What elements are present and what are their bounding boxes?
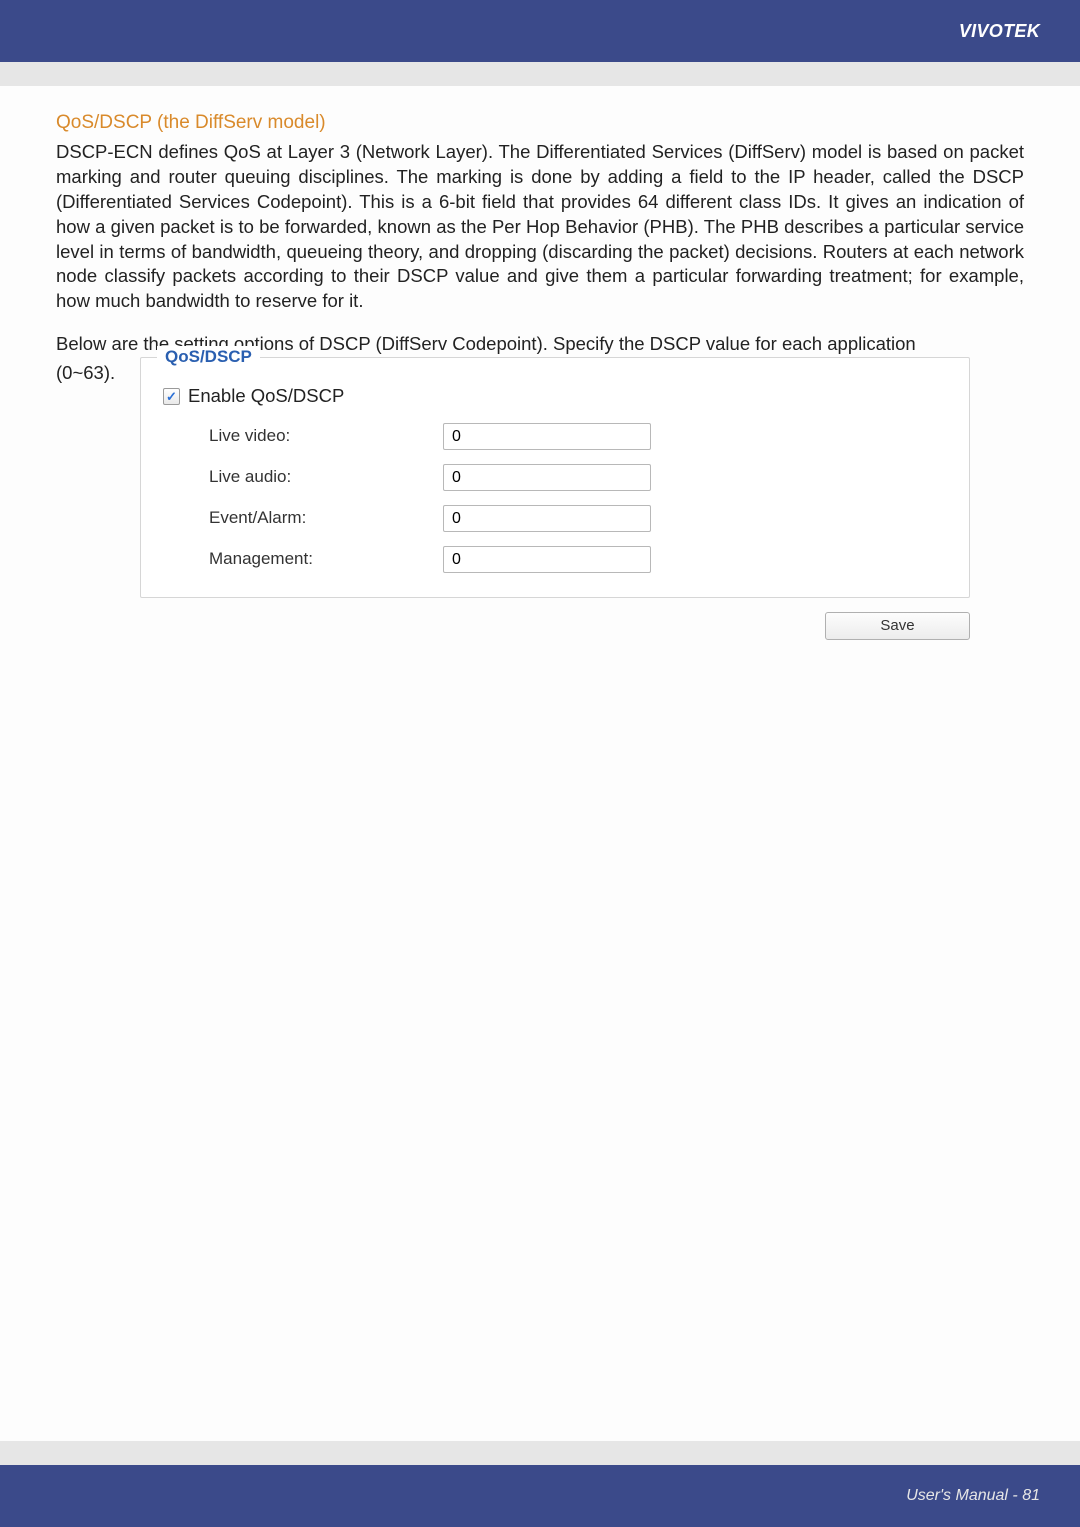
label-management: Management: [163, 548, 443, 571]
footer-bar: User's Manual - 81 [0, 1465, 1080, 1527]
label-live-audio: Live audio: [163, 466, 443, 489]
input-management[interactable] [443, 546, 651, 573]
header-strip [0, 62, 1080, 86]
brand-text: VIVOTEK [959, 21, 1040, 42]
enable-checkbox[interactable]: ✓ [163, 388, 180, 405]
range-label: (0~63). [56, 357, 118, 386]
input-live-video[interactable] [443, 423, 651, 450]
row-live-audio: Live audio: [163, 464, 947, 491]
row-management: Management: [163, 546, 947, 573]
header-bar: VIVOTEK [0, 0, 1080, 62]
section-title: QoS/DSCP (the DiffServ model) [56, 110, 1024, 136]
qos-dscp-fieldset: QoS/DSCP ✓ Enable QoS/DSCP Live video: L… [140, 357, 970, 598]
fieldset-legend: QoS/DSCP [157, 346, 260, 369]
footer-strip [0, 1441, 1080, 1465]
footer-text: User's Manual - 81 [906, 1487, 1040, 1505]
label-event-alarm: Event/Alarm: [163, 507, 443, 530]
save-button[interactable]: Save [825, 612, 970, 640]
input-event-alarm[interactable] [443, 505, 651, 532]
save-row: Save [140, 612, 970, 640]
section-paragraph-1: DSCP-ECN defines QoS at Layer 3 (Network… [56, 140, 1024, 315]
row-live-video: Live video: [163, 423, 947, 450]
page-content: QoS/DSCP (the DiffServ model) DSCP-ECN d… [0, 86, 1080, 640]
enable-label: Enable QoS/DSCP [188, 384, 344, 409]
label-live-video: Live video: [163, 425, 443, 448]
row-event-alarm: Event/Alarm: [163, 505, 947, 532]
panel-wrap: (0~63). QoS/DSCP ✓ Enable QoS/DSCP Live … [56, 357, 1024, 640]
enable-row: ✓ Enable QoS/DSCP [163, 384, 947, 409]
input-live-audio[interactable] [443, 464, 651, 491]
